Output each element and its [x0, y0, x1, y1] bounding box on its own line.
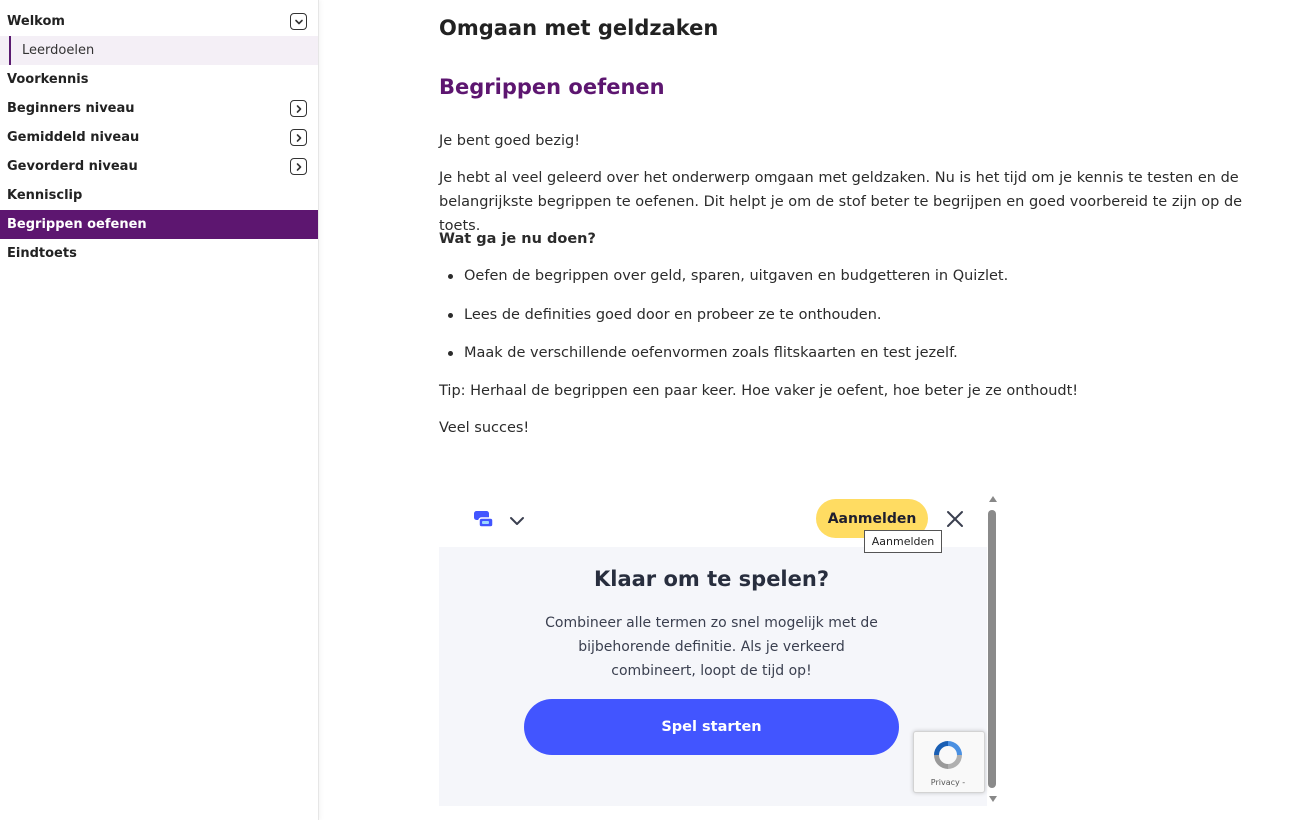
embed-toolbar: Aanmelden Aanmelden [439, 492, 987, 553]
sidebar-item-label: Begrippen oefenen [7, 217, 147, 232]
chevron-right-icon[interactable] [290, 100, 307, 117]
closing-text: Veel succes! [439, 420, 530, 436]
sidebar-item-label: Eindtoets [7, 246, 77, 261]
chevron-right-icon[interactable] [290, 129, 307, 146]
scroll-down-icon[interactable] [989, 796, 997, 802]
login-tooltip: Aanmelden [864, 530, 942, 553]
scroll-up-icon[interactable] [989, 496, 997, 502]
section-title: Begrippen oefenen [439, 75, 665, 99]
sidebar-item-label: Gemiddeld niveau [7, 130, 140, 145]
embed-body: Klaar om te spelen? Combineer alle terme… [439, 547, 987, 806]
embed-scrollbar[interactable] [987, 492, 999, 806]
task-list: Oefen de begrippen over geld, sparen, ui… [439, 264, 1008, 380]
sidebar-item-gevorderd-niveau[interactable]: Gevorderd niveau [0, 152, 318, 181]
sidebar-item-label: Kennisclip [7, 188, 83, 203]
chevron-down-icon[interactable] [509, 512, 525, 525]
recaptcha-icon [934, 741, 962, 769]
scrollbar-thumb[interactable] [988, 510, 996, 788]
game-title: Klaar om te spelen? [593, 567, 830, 591]
page-title: Omgaan met geldzaken [439, 16, 719, 40]
sidebar-item-leerdoelen[interactable]: Leerdoelen [0, 36, 318, 65]
recaptcha-badge[interactable]: Privacy - [913, 731, 985, 793]
list-item: Oefen de begrippen over geld, sparen, ui… [439, 264, 1008, 303]
sidebar-item-label: Voorkennis [7, 72, 89, 87]
sidebar-item-voorkennis[interactable]: Voorkennis [0, 65, 318, 94]
course-sidebar: Welkom Leerdoelen Voorkennis Beginners n… [0, 0, 319, 820]
sidebar-item-label: Leerdoelen [22, 43, 95, 58]
tip-text: Tip: Herhaal de begrippen een paar keer.… [439, 383, 1079, 399]
start-game-button[interactable]: Spel starten [524, 699, 899, 755]
sidebar-item-label: Gevorderd niveau [7, 159, 138, 174]
sidebar-item-label: Beginners niveau [7, 101, 135, 116]
game-description: Combineer alle termen zo snel mogelijk m… [545, 615, 878, 679]
sidebar-item-begrippen-oefenen[interactable]: Begrippen oefenen [0, 210, 318, 239]
question-heading: Wat ga je nu doen? [439, 231, 596, 247]
list-item: Maak de verschillende oefenvormen zoals … [439, 341, 1008, 380]
chevron-right-icon[interactable] [290, 158, 307, 175]
cards-icon[interactable] [473, 509, 495, 529]
sidebar-item-welkom[interactable]: Welkom [0, 7, 318, 36]
chevron-down-icon[interactable] [290, 13, 307, 30]
sidebar-item-gemiddeld-niveau[interactable]: Gemiddeld niveau [0, 123, 318, 152]
intro-text: Je bent goed bezig! [439, 133, 581, 149]
sidebar-item-label: Welkom [7, 14, 65, 29]
sidebar-item-kennisclip[interactable]: Kennisclip [0, 181, 318, 210]
close-icon[interactable] [945, 509, 965, 529]
list-item: Lees de definities goed door en probeer … [439, 303, 1008, 342]
sidebar-item-eindtoets[interactable]: Eindtoets [0, 239, 318, 268]
sidebar-item-beginners-niveau[interactable]: Beginners niveau [0, 94, 318, 123]
recaptcha-privacy-link[interactable]: Privacy - [914, 778, 982, 787]
